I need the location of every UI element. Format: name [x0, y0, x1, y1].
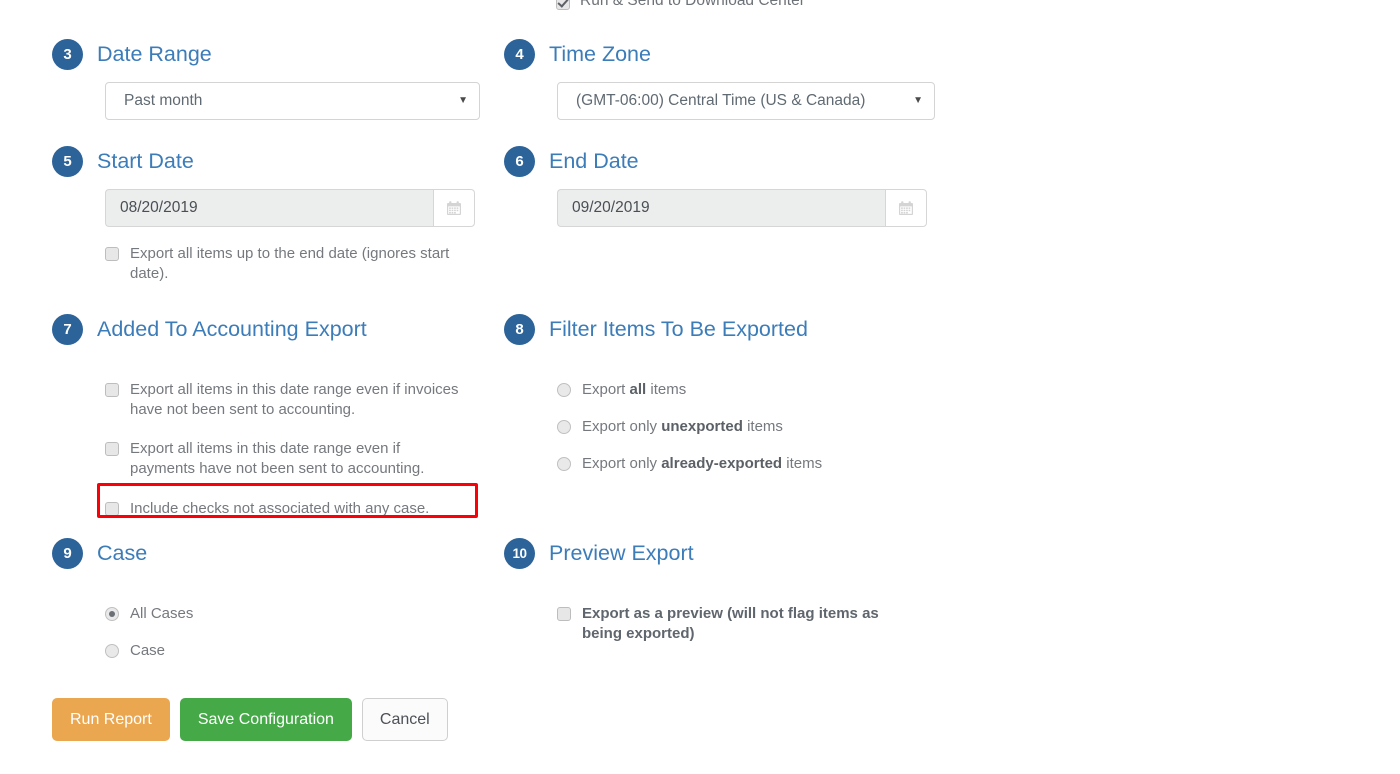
accounting-payments-checkbox[interactable]	[105, 442, 119, 456]
accounting-payments-label: Export all items in this date range even…	[130, 440, 425, 477]
date-range-select-value: Past month	[124, 92, 203, 109]
filter-already-exported-radio[interactable]	[557, 457, 571, 471]
filter-all-items-radio-row[interactable]: Export all items	[504, 380, 954, 400]
case-single-case-radio[interactable]	[105, 644, 119, 658]
chevron-down-icon: ▼	[458, 95, 468, 106]
section-title: Added To Accounting Export	[97, 316, 367, 341]
end-date-input[interactable]: 09/20/2019	[557, 189, 885, 227]
section-filter-items-header: 8 Filter Items To Be Exported	[504, 313, 954, 345]
cancel-button[interactable]: Cancel	[361, 698, 448, 741]
section-preview-export-header: 10 Preview Export	[504, 537, 954, 569]
end-date-field-group[interactable]: 09/20/2019	[557, 189, 927, 227]
section-title: End Date	[549, 148, 639, 173]
step-number-badge: 10	[504, 537, 535, 569]
step-number-badge: 4	[504, 38, 535, 70]
section-title: Start Date	[97, 148, 194, 173]
run-and-send-checkbox-row[interactable]: Run & Send to Download Center	[556, 0, 805, 10]
run-report-button[interactable]: Run Report	[52, 698, 170, 741]
export-up-to-end-date-row[interactable]: Export all items up to the end date (ign…	[105, 244, 492, 284]
section-date-range-header: 3 Date Range	[52, 38, 492, 70]
start-date-calendar-button[interactable]	[433, 189, 475, 227]
section-end-date: 6 End Date 09/20/2019	[504, 145, 954, 227]
filter-unexported-radio[interactable]	[557, 420, 571, 434]
case-single-case-radio-row[interactable]: Case	[52, 641, 492, 661]
section-case-header: 9 Case	[52, 537, 492, 569]
section-start-date: 5 Start Date 08/20/2019 Export all items…	[52, 145, 492, 284]
chevron-down-icon: ▼	[913, 95, 923, 106]
filter-all-items-label: Export all items	[582, 381, 687, 398]
filter-unexported-label: Export only unexported items	[582, 418, 783, 435]
run-and-send-label: Run & Send to Download Center	[580, 0, 805, 9]
section-end-date-header: 6 End Date	[504, 145, 954, 177]
filter-already-exported-label: Export only already-exported items	[582, 455, 823, 472]
step-number-badge: 7	[52, 313, 83, 345]
step-number-badge: 9	[52, 537, 83, 569]
step-number-badge: 6	[504, 145, 535, 177]
include-unassociated-checks-checkbox[interactable]	[105, 502, 119, 516]
start-date-input[interactable]: 08/20/2019	[105, 189, 433, 227]
section-accounting-export: 7 Added To Accounting Export Export all …	[52, 313, 492, 519]
save-configuration-button[interactable]: Save Configuration	[179, 698, 352, 741]
section-time-zone: 4 Time Zone (GMT-06:00) Central Time (US…	[504, 38, 954, 120]
accounting-invoices-option-row[interactable]: Export all items in this date range even…	[52, 380, 492, 420]
end-date-calendar-button[interactable]	[885, 189, 927, 227]
start-date-field-group[interactable]: 08/20/2019	[105, 189, 475, 227]
filter-already-exported-radio-row[interactable]: Export only already-exported items	[504, 454, 954, 474]
case-all-cases-radio-row[interactable]: All Cases	[52, 604, 492, 624]
form-actions: Run Report Save Configuration Cancel	[52, 698, 448, 741]
include-unassociated-checks-option-row[interactable]: Include checks not associated with any c…	[52, 499, 492, 519]
calendar-icon	[447, 201, 461, 215]
filter-all-items-radio[interactable]	[557, 383, 571, 397]
date-range-select[interactable]: Past month ▼	[105, 82, 480, 120]
step-number-badge: 3	[52, 38, 83, 70]
time-zone-select[interactable]: (GMT-06:00) Central Time (US & Canada) ▼	[557, 82, 935, 120]
preview-export-label: Export as a preview (will not flag items…	[582, 605, 879, 642]
preview-export-checkbox-row[interactable]: Export as a preview (will not flag items…	[504, 604, 954, 644]
section-title: Filter Items To Be Exported	[549, 316, 808, 341]
section-title: Preview Export	[549, 540, 694, 565]
case-all-cases-label: All Cases	[130, 605, 194, 622]
accounting-payments-option-row[interactable]: Export all items in this date range even…	[52, 439, 492, 479]
case-all-cases-radio[interactable]	[105, 607, 119, 621]
time-zone-select-value: (GMT-06:00) Central Time (US & Canada)	[576, 92, 866, 109]
section-title: Case	[97, 540, 148, 565]
step-number-badge: 5	[52, 145, 83, 177]
accounting-export-form: Run & Send to Download Center 3 Date Ran…	[0, 0, 1400, 774]
export-up-to-end-date-label: Export all items up to the end date (ign…	[130, 245, 450, 282]
section-time-zone-header: 4 Time Zone	[504, 38, 954, 70]
step-number-badge: 8	[504, 313, 535, 345]
run-and-send-checkbox[interactable]	[556, 0, 570, 10]
case-single-case-label: Case	[130, 642, 166, 659]
section-case: 9 Case All Cases Case	[52, 537, 492, 661]
section-accounting-export-header: 7 Added To Accounting Export	[52, 313, 492, 345]
calendar-icon	[899, 201, 913, 215]
section-title: Date Range	[97, 41, 212, 66]
preview-export-checkbox[interactable]	[557, 607, 571, 621]
section-date-range: 3 Date Range Past month ▼	[52, 38, 492, 120]
accounting-invoices-label: Export all items in this date range even…	[130, 381, 459, 418]
section-preview-export: 10 Preview Export Export as a preview (w…	[504, 537, 954, 644]
accounting-invoices-checkbox[interactable]	[105, 383, 119, 397]
section-filter-items: 8 Filter Items To Be Exported Export all…	[504, 313, 954, 474]
filter-unexported-radio-row[interactable]: Export only unexported items	[504, 417, 954, 437]
include-unassociated-checks-label: Include checks not associated with any c…	[130, 500, 430, 517]
section-start-date-header: 5 Start Date	[52, 145, 492, 177]
export-up-to-end-date-checkbox[interactable]	[105, 247, 119, 261]
section-title: Time Zone	[549, 41, 651, 66]
